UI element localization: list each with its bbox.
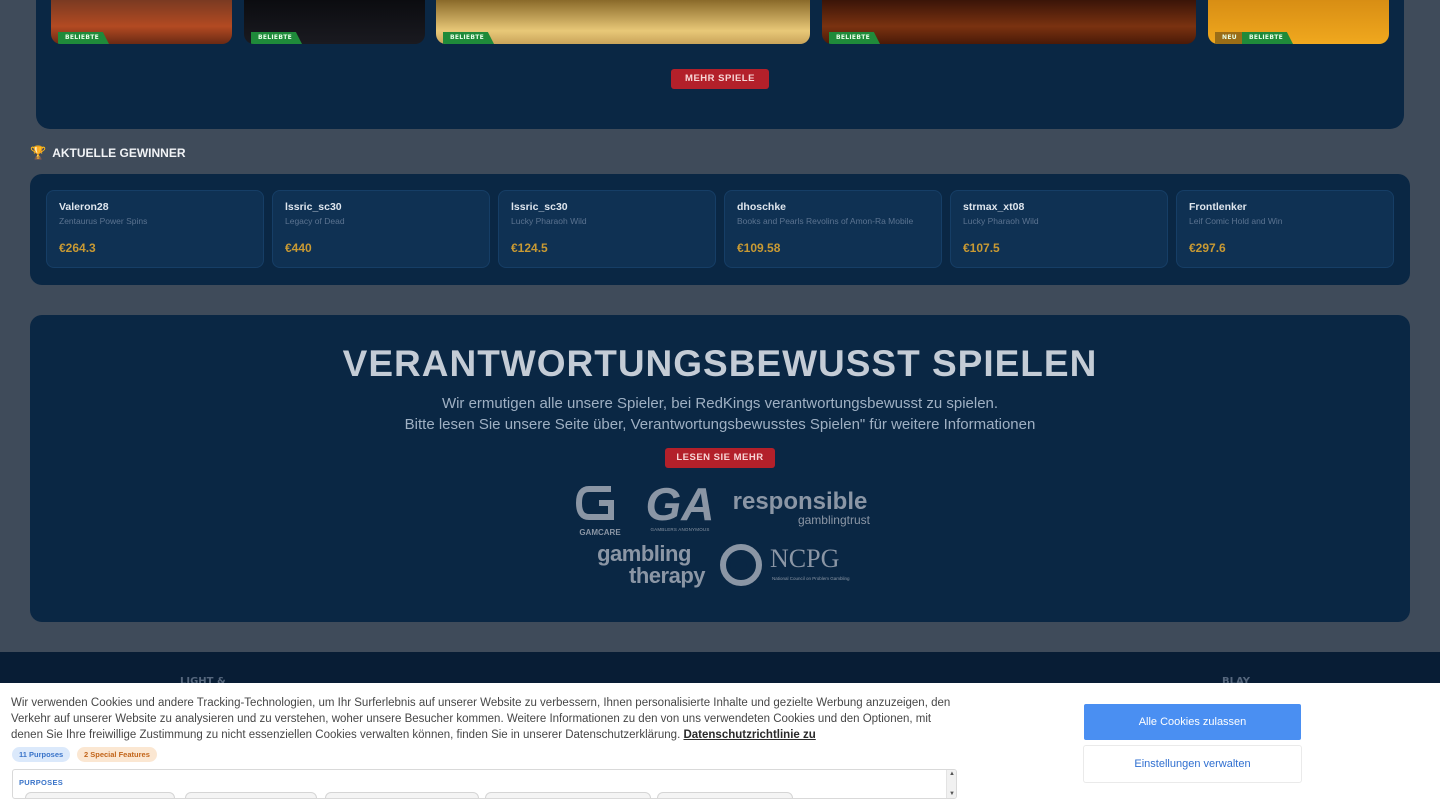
winner-name: lssric_sc30 xyxy=(285,201,342,213)
winner-name: dhoschke xyxy=(737,201,787,213)
winners-panel: Valeron28 Zentaurus Power Spins €264.3 l… xyxy=(30,174,1410,285)
purpose-pill[interactable] xyxy=(657,792,793,798)
winner-game: Lucky Pharaoh Wild xyxy=(963,216,1039,226)
winner-game: Books and Pearls Revolins of Amon-Ra Mob… xyxy=(737,216,914,226)
winner-amount: €109.58 xyxy=(737,241,781,255)
game-tile[interactable]: BELIEBTE xyxy=(436,0,810,44)
rgt-sub: gamblingtrust xyxy=(797,513,870,527)
gt-line1: gambling xyxy=(597,541,691,566)
winner-name: Frontlenker xyxy=(1189,201,1247,213)
privacy-policy-link[interactable]: Datenschutzrichtlinie zu xyxy=(683,729,815,741)
ncpg-swirl-icon xyxy=(720,544,762,586)
responsible-text-1: Wir ermutigen alle unsere Spieler, bei R… xyxy=(441,395,999,412)
winners-title: AKTUELLE GEWINNER xyxy=(52,146,186,160)
responsible-gaming-panel: VERANTWORTUNGSBEWUSST SPIELEN Wir ermuti… xyxy=(30,315,1410,622)
winner-name: strmax_xt08 xyxy=(963,201,1025,213)
winner-amount: €264.3 xyxy=(59,241,96,255)
ga-label: GAMBLERS ANONYMOUS xyxy=(650,527,710,532)
winner-amount: €297.6 xyxy=(1189,241,1226,255)
rgt-main: responsible xyxy=(732,488,868,515)
badge-popular: BELIEBTE xyxy=(829,32,880,44)
cookie-banner: Wir verwenden Cookies und andere Trackin… xyxy=(0,683,1440,810)
responsible-title: VERANTWORTUNGSBEWUSST SPIELEN xyxy=(342,343,1098,384)
manage-settings-button[interactable]: Einstellungen verwalten xyxy=(1084,746,1301,782)
purposes-scrollbar[interactable]: ▲ ▼ xyxy=(946,770,956,798)
gamcare-label: GAMCARE xyxy=(579,528,621,537)
winner-game: Lucky Pharaoh Wild xyxy=(511,216,587,226)
game-tile[interactable]: BELIEBTE xyxy=(244,0,425,44)
winner-card[interactable]: lssric_sc30 Lucky Pharaoh Wild €124.5 xyxy=(498,190,716,268)
responsible-gambling-trust-logo[interactable]: responsible gamblingtrust xyxy=(730,490,870,530)
winner-amount: €107.5 xyxy=(963,241,1000,255)
responsible-text-2: Bitte lesen Sie unsere Seite über, Veran… xyxy=(404,416,1036,433)
winner-card[interactable]: dhoschke Books and Pearls Revolins of Am… xyxy=(724,190,942,268)
ga-mark: GA xyxy=(645,478,715,530)
game-tile[interactable]: NEU BELIEBTE xyxy=(1208,0,1389,44)
purposes-chip[interactable]: 11 Purposes xyxy=(12,747,71,762)
winner-amount: €124.5 xyxy=(511,241,548,255)
winners-heading: 🏆 AKTUELLE GEWINNER xyxy=(30,145,186,161)
scroll-up-icon[interactable]: ▲ xyxy=(949,771,955,777)
winner-game: Leif Comic Hold and Win xyxy=(1189,216,1283,226)
ncpg-text: NCPG xyxy=(770,544,840,573)
purpose-pill[interactable] xyxy=(185,792,317,798)
gt-line2: therapy xyxy=(629,563,705,588)
purposes-heading: PURPOSES xyxy=(19,778,64,787)
winner-card[interactable]: lssric_sc30 Legacy of Dead €440 xyxy=(272,190,490,268)
accept-all-cookies-button[interactable]: Alle Cookies zulassen xyxy=(1084,704,1301,740)
winner-name: Valeron28 xyxy=(59,201,109,213)
game-tile[interactable]: BELIEBTE xyxy=(51,0,232,44)
game-tile[interactable]: BELIEBTE xyxy=(822,0,1196,44)
winner-card[interactable]: Valeron28 Zentaurus Power Spins €264.3 xyxy=(46,190,264,268)
winner-amount: €440 xyxy=(285,241,312,255)
read-more-button[interactable]: LESEN SIE MEHR xyxy=(665,448,775,468)
purpose-pill[interactable] xyxy=(485,792,651,798)
gamcare-logo[interactable]: GAMCARE xyxy=(575,483,625,537)
purposes-list[interactable]: PURPOSES ▲ ▼ xyxy=(12,769,957,799)
gamblers-anonymous-logo[interactable]: GA GAMBLERS ANONYMOUS xyxy=(645,481,715,537)
ncpg-sub: National Council on Problem Gambling xyxy=(772,576,850,581)
badge-popular: BELIEBTE xyxy=(1242,32,1293,44)
purpose-pill[interactable] xyxy=(325,792,479,798)
badge-popular: BELIEBTE xyxy=(58,32,109,44)
ncpg-logo[interactable]: NCPG National Council on Problem Gamblin… xyxy=(720,544,860,588)
badge-popular: BELIEBTE xyxy=(443,32,494,44)
winner-name: lssric_sc30 xyxy=(511,201,568,213)
trophy-icon: 🏆 xyxy=(30,145,47,160)
gamcare-icon xyxy=(575,486,614,520)
winner-game: Legacy of Dead xyxy=(285,216,345,226)
gambling-therapy-logo[interactable]: gambling therapy xyxy=(583,543,705,591)
winner-game: Zentaurus Power Spins xyxy=(59,216,148,226)
winner-card[interactable]: Frontlenker Leif Comic Hold and Win €297… xyxy=(1176,190,1394,268)
winner-card[interactable]: strmax_xt08 Lucky Pharaoh Wild €107.5 xyxy=(950,190,1168,268)
badge-popular: BELIEBTE xyxy=(251,32,302,44)
more-games-button[interactable]: MEHR SPIELE xyxy=(671,69,769,89)
scroll-down-icon[interactable]: ▼ xyxy=(949,791,955,797)
purpose-pill[interactable] xyxy=(25,792,175,798)
cookie-text: Wir verwenden Cookies und andere Trackin… xyxy=(11,695,951,743)
special-features-chip[interactable]: 2 Special Features xyxy=(77,747,157,762)
